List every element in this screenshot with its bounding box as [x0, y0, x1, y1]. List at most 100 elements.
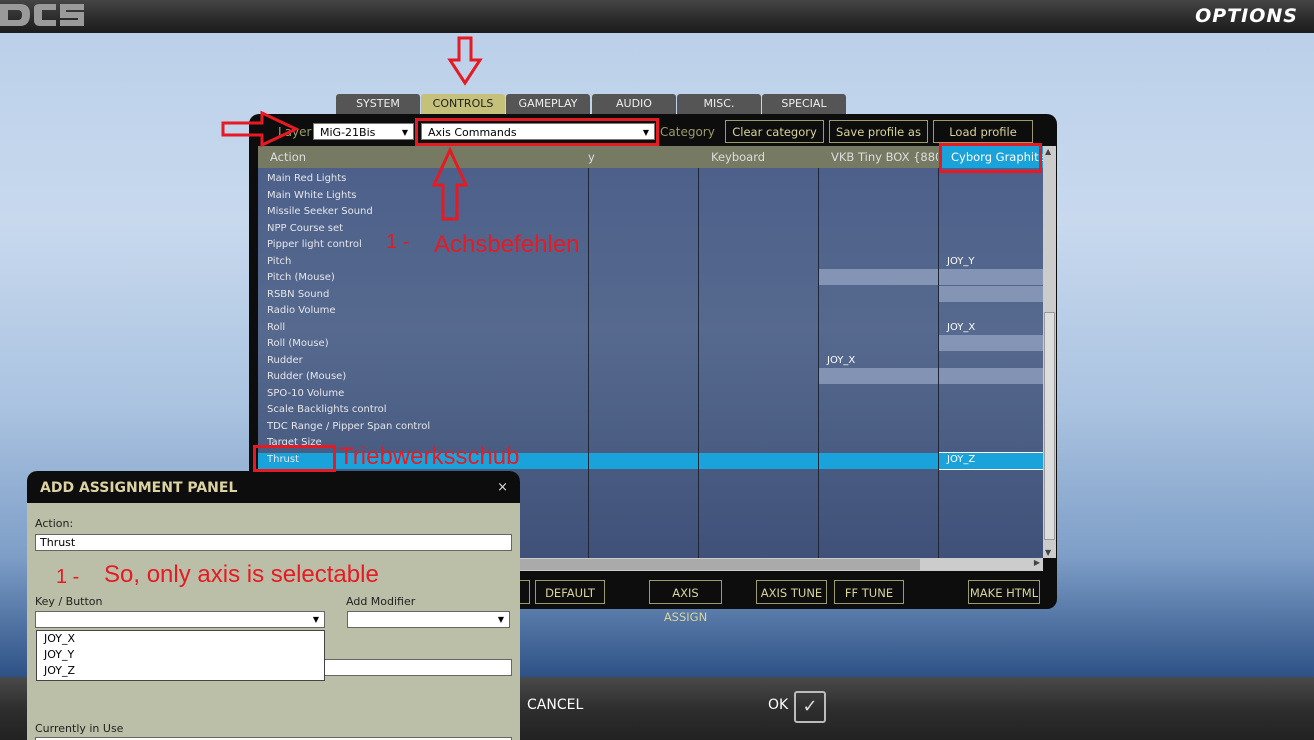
table-row[interactable]: Pitch JOY_Y	[258, 255, 1043, 271]
layer-label: Layer	[278, 125, 312, 139]
tab-gameplay[interactable]: GAMEPLAY	[506, 94, 590, 114]
default-button[interactable]: DEFAULT	[535, 580, 605, 604]
table-row[interactable]: Pipper light control	[258, 238, 1043, 254]
scroll-down-icon[interactable]: ▼	[1045, 548, 1051, 557]
dropdown-option-joy-z[interactable]: JOY_Z	[37, 663, 324, 679]
title-bar: OPTIONS	[0, 0, 1314, 33]
scroll-up-icon[interactable]: ▲	[1045, 147, 1051, 156]
scroll-right-icon[interactable]: ▶	[1034, 558, 1040, 567]
dropdown-option-joy-x[interactable]: JOY_X	[37, 631, 324, 647]
row-action-label: SPO-10 Volume	[267, 387, 345, 399]
table-row[interactable]: Missile Seeker Sound	[258, 205, 1043, 221]
dropdown-option-joy-y[interactable]: JOY_Y	[37, 647, 324, 663]
table-row[interactable]: RSBN Sound	[258, 288, 1043, 304]
axis-tune-button[interactable]: AXIS TUNE	[756, 580, 827, 604]
horizontal-scrollbar[interactable]: ▶	[520, 558, 1043, 571]
add-modifier-label: Add Modifier	[346, 595, 416, 608]
aircraft-select[interactable]: MiG-21Bis ▼	[313, 123, 414, 140]
row-action-label: Pipper light control	[267, 239, 362, 250]
row-action-label: Main White Lights	[267, 189, 357, 201]
key-button-select[interactable]: ▼	[35, 611, 325, 628]
table-row[interactable]: Pitch (Mouse)	[258, 271, 1043, 287]
ok-button[interactable]: OK	[768, 697, 788, 713]
annotation-box-cyborg	[939, 143, 1042, 173]
annotation-number-2: 1 -	[56, 566, 80, 588]
cancel-button[interactable]: CANCEL	[527, 697, 583, 713]
column-divider	[818, 168, 819, 558]
table-row[interactable]: Main White Lights	[258, 189, 1043, 205]
dcs-logo	[0, 4, 84, 26]
action-field[interactable]: Thrust	[35, 534, 512, 551]
add-assignment-panel: ADD ASSIGNMENT PANEL × Action: Thrust Ke…	[27, 471, 520, 740]
row-action-label: Rudder (Mouse)	[267, 371, 347, 382]
table-row[interactable]: Main Red Lights	[258, 172, 1043, 188]
currently-in-use-label: Currently in Use	[35, 722, 124, 735]
row-cyborg-binding[interactable]: JOY_X	[947, 322, 975, 333]
table-row[interactable]: Scale Backlights control	[258, 403, 1043, 419]
vertical-scroll-thumb[interactable]	[1044, 312, 1055, 540]
chevron-down-icon: ▼	[401, 128, 408, 137]
chevron-down-icon: ▼	[497, 615, 504, 624]
secondary-field[interactable]	[323, 659, 512, 676]
table-row[interactable]: Roll JOY_X	[258, 321, 1043, 337]
make-html-button[interactable]: MAKE HTML	[968, 580, 1040, 604]
selected-cell[interactable]	[938, 451, 1043, 470]
row-action-label: Radio Volume	[267, 305, 336, 316]
table-row[interactable]: SPO-10 Volume	[258, 387, 1043, 403]
table-row[interactable]: Rudder (Mouse)	[258, 370, 1043, 386]
row-action-label: Roll	[267, 321, 286, 333]
table-row[interactable]: TDC Range / Pipper Span control	[258, 420, 1043, 436]
key-button-dropdown: JOY_X JOY_Y JOY_Z	[36, 630, 325, 681]
header-keyboard[interactable]: Keyboard	[699, 146, 818, 168]
row-cyborg-binding[interactable]: JOY_Y	[947, 256, 975, 267]
page-title: OPTIONS	[1195, 5, 1298, 27]
modifier-select[interactable]: ▼	[347, 611, 510, 628]
add-panel-header: ADD ASSIGNMENT PANEL ×	[27, 471, 520, 503]
row-action-label: Roll (Mouse)	[267, 338, 329, 349]
axis-assign-button[interactable]: AXIS ASSIGN	[649, 580, 722, 624]
aircraft-select-value: MiG-21Bis	[320, 126, 376, 139]
row-action-label: NPP Course set	[267, 222, 344, 234]
ff-tune-button[interactable]: FF TUNE	[834, 580, 904, 604]
table-row[interactable]: Radio Volume	[258, 304, 1043, 320]
chevron-down-icon: ▼	[312, 615, 319, 624]
row-action-label: Main Red Lights	[267, 173, 347, 184]
action-label: Action:	[35, 517, 74, 530]
load-profile-button[interactable]: Load profile	[933, 120, 1033, 143]
row-action-label: Scale Backlights control	[267, 404, 387, 415]
row-action-label: TDC Range / Pipper Span control	[267, 420, 431, 432]
key-button-label: Key / Button	[35, 595, 103, 608]
column-divider	[588, 168, 589, 558]
clear-category-button[interactable]: Clear category	[725, 120, 824, 143]
header-action[interactable]: Action	[258, 146, 588, 168]
tab-misc[interactable]: MISC.	[677, 94, 761, 114]
row-action-label: Missile Seeker Sound	[267, 206, 373, 217]
horizontal-scroll-thumb[interactable]	[520, 559, 920, 570]
vertical-scrollbar[interactable]: ▲ ▼	[1043, 146, 1056, 558]
table-row[interactable]: NPP Course set	[258, 222, 1043, 238]
row-vkb-binding[interactable]: JOY_X	[827, 355, 855, 366]
annotation-axis-selectable: So, only axis is selectable	[104, 561, 379, 588]
annotation-box-thrust	[253, 445, 336, 472]
table-row[interactable]: Rudder JOY_X	[258, 354, 1043, 370]
annotation-box-category	[415, 118, 659, 146]
add-panel-title: ADD ASSIGNMENT PANEL	[40, 480, 238, 496]
close-icon[interactable]: ×	[497, 480, 508, 495]
checkmark-icon[interactable]: ✓	[794, 691, 826, 723]
annotation-triebwerksschub: Triebwerksschub	[339, 443, 520, 470]
header-vkb[interactable]: VKB Tiny BOX {880	[819, 146, 938, 168]
row-action-label: Rudder	[267, 354, 303, 366]
header-device-1[interactable]: y	[588, 146, 698, 168]
annotation-achsbefehlen: Achsbefehlen	[434, 231, 580, 258]
save-profile-button[interactable]: Save profile as	[829, 120, 928, 143]
tab-special[interactable]: SPECIAL	[762, 94, 846, 114]
column-divider	[698, 168, 699, 558]
tab-controls[interactable]: CONTROLS	[421, 94, 505, 114]
tab-system[interactable]: SYSTEM	[336, 94, 420, 114]
arrow-down-icon	[447, 36, 483, 86]
table-header: Action y Keyboard VKB Tiny BOX {880 Cybo…	[258, 146, 1043, 168]
tab-audio[interactable]: AUDIO	[592, 94, 676, 114]
column-divider	[938, 168, 939, 558]
category-label: Category	[660, 125, 715, 139]
table-row[interactable]: Roll (Mouse)	[258, 337, 1043, 353]
